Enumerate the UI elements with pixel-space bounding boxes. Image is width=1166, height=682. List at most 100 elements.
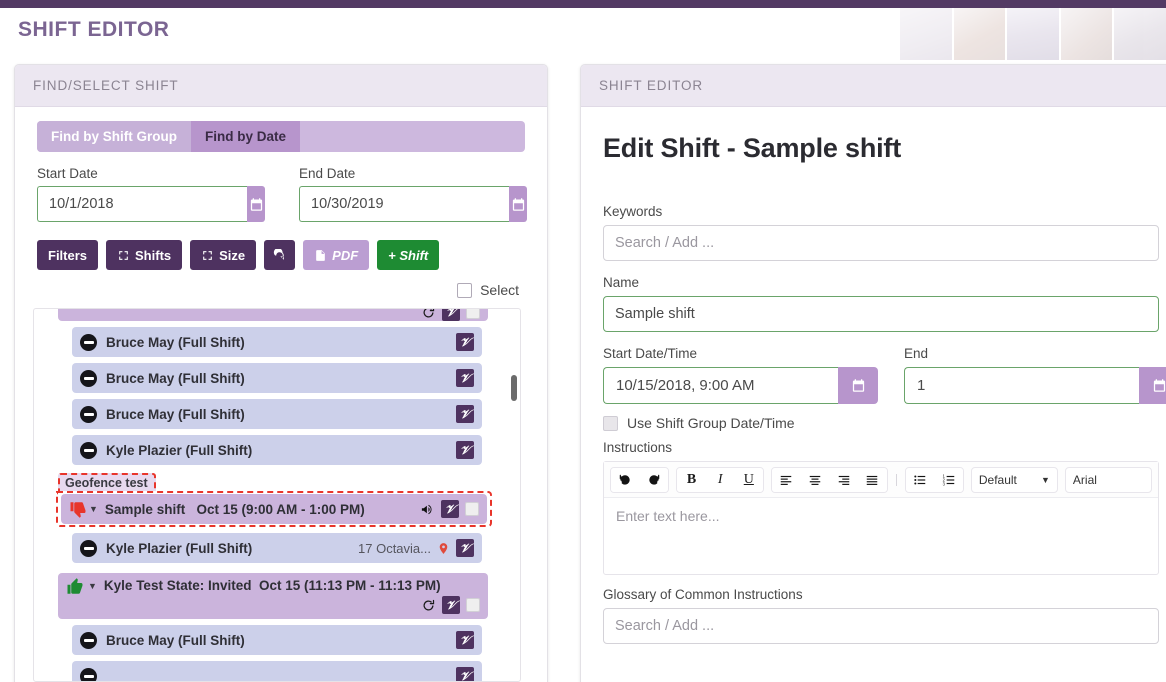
instructions-textarea[interactable]: Enter text here... bbox=[604, 498, 1158, 574]
minus-icon[interactable] bbox=[80, 631, 97, 649]
banner-photo-1 bbox=[900, 8, 952, 60]
refresh-icon[interactable] bbox=[421, 598, 436, 613]
end-date-calendar-button[interactable] bbox=[509, 186, 527, 222]
end-date-input-group bbox=[299, 186, 527, 222]
rte-size-select[interactable]: Default ▼ bbox=[970, 466, 1058, 493]
rte-history-group bbox=[610, 466, 670, 493]
end-date-input[interactable] bbox=[299, 186, 509, 222]
bullet-list-icon[interactable] bbox=[905, 467, 935, 492]
rte-font-select[interactable]: Arial bbox=[1064, 466, 1152, 493]
keywords-label: Keywords bbox=[603, 204, 663, 219]
underline-button[interactable]: U bbox=[734, 467, 764, 492]
rte-format-group: B I U bbox=[676, 466, 765, 493]
filters-button[interactable]: Filters bbox=[37, 240, 99, 270]
calendar-icon bbox=[250, 197, 262, 211]
row-icons: 𝒱 bbox=[456, 667, 474, 681]
align-center-icon[interactable] bbox=[800, 467, 830, 492]
use-shift-group-datetime-checkbox[interactable] bbox=[603, 415, 618, 431]
align-justify-icon[interactable] bbox=[858, 467, 887, 492]
select-all-checkbox[interactable] bbox=[457, 282, 473, 298]
v-badge-icon[interactable]: 𝒱 bbox=[456, 369, 474, 387]
v-badge-icon[interactable]: 𝒱 bbox=[456, 405, 474, 423]
v-badge-icon[interactable]: 𝒱 bbox=[442, 596, 460, 614]
list-scrollbar-thumb[interactable] bbox=[511, 375, 517, 401]
megaphone-icon[interactable] bbox=[420, 502, 435, 517]
list-item[interactable]: ▼ Kyle Test State: Invited Oct 15 (11:13… bbox=[58, 573, 488, 619]
row-checkbox[interactable] bbox=[466, 598, 480, 612]
shift-editor-panel: SHIFT EDITOR Edit Shift - Sample shift K… bbox=[580, 64, 1166, 682]
minus-icon[interactable] bbox=[80, 441, 97, 459]
name-input[interactable] bbox=[603, 296, 1159, 332]
list-scrollbar-track[interactable] bbox=[511, 313, 517, 677]
glossary-input[interactable] bbox=[603, 608, 1159, 644]
chevron-down-icon[interactable]: ▼ bbox=[88, 581, 97, 591]
right-panel-header: SHIFT EDITOR bbox=[581, 65, 1166, 107]
add-shift-button[interactable]: + Shift bbox=[377, 240, 440, 270]
start-date-input[interactable] bbox=[37, 186, 247, 222]
thumbs-up-icon[interactable] bbox=[66, 578, 84, 596]
list-item[interactable]: 𝒱 bbox=[58, 309, 488, 321]
minus-icon[interactable] bbox=[80, 369, 97, 387]
shift-list[interactable]: 𝒱 Bruce May (Full Shift) 𝒱 Bruce May (Fu… bbox=[33, 308, 521, 682]
refresh-button[interactable] bbox=[264, 240, 296, 270]
list-item[interactable]: ▼ Sample shift Oct 15 (9:00 AM - 1:00 PM… bbox=[61, 494, 487, 524]
italic-button[interactable]: I bbox=[705, 467, 735, 492]
row-checkbox[interactable] bbox=[465, 502, 479, 516]
v-badge-icon[interactable]: 𝒱 bbox=[456, 441, 474, 459]
v-badge-icon[interactable]: 𝒱 bbox=[456, 539, 474, 557]
start-date-label: Start Date bbox=[37, 166, 98, 181]
shifts-button[interactable]: Shifts bbox=[106, 240, 183, 270]
map-pin-icon[interactable] bbox=[437, 540, 450, 557]
list-item[interactable]: Bruce May (Full Shift) 𝒱 bbox=[72, 399, 482, 429]
row-icons: 𝒱 bbox=[456, 631, 474, 649]
bold-button[interactable]: B bbox=[677, 467, 706, 492]
row-icons: 𝒱 bbox=[420, 500, 479, 518]
end-datetime-label: End bbox=[904, 346, 929, 361]
thumbs-down-icon[interactable] bbox=[69, 500, 87, 518]
number-list-icon[interactable]: 123 bbox=[934, 467, 963, 492]
chevron-down-icon[interactable]: ▼ bbox=[89, 504, 98, 514]
list-item[interactable]: Bruce May (Full Shift) 𝒱 bbox=[72, 327, 482, 357]
minus-icon[interactable] bbox=[80, 539, 97, 557]
end-datetime-group: End bbox=[904, 346, 1166, 404]
instructions-field-group: Instructions B I U 1 2 3 Default ▼ Arial… bbox=[603, 440, 1166, 575]
panels-container: FIND/SELECT SHIFT Find by Shift Group Fi… bbox=[0, 60, 1166, 682]
banner-photo-2 bbox=[953, 8, 1006, 60]
size-button-label: Size bbox=[219, 247, 246, 263]
v-badge-icon[interactable]: 𝒱 bbox=[442, 309, 460, 321]
align-left-icon[interactable] bbox=[772, 467, 801, 492]
list-item[interactable]: Bruce May (Full Shift) 𝒱 bbox=[72, 625, 482, 655]
start-date-calendar-button[interactable] bbox=[247, 186, 265, 222]
list-item[interactable]: 𝒱 bbox=[72, 661, 482, 681]
start-datetime-calendar-button[interactable] bbox=[838, 367, 878, 404]
minus-icon[interactable] bbox=[80, 667, 97, 681]
tab-filler bbox=[300, 121, 525, 152]
minus-icon[interactable] bbox=[80, 405, 97, 423]
start-datetime-input[interactable] bbox=[603, 367, 838, 404]
left-panel-body: Find by Shift Group Find by Date Start D… bbox=[15, 107, 547, 298]
rte-size-select-value: Default bbox=[978, 472, 1017, 487]
redo-icon[interactable] bbox=[639, 467, 669, 492]
list-item[interactable]: Kyle Plazier (Full Shift) 𝒱 bbox=[72, 435, 482, 465]
undo-icon[interactable] bbox=[611, 467, 640, 492]
size-button[interactable]: Size bbox=[190, 240, 257, 270]
tab-find-by-shift-group[interactable]: Find by Shift Group bbox=[37, 121, 191, 152]
toolbar-buttons: Filters Shifts Size PDF + Shift bbox=[37, 240, 525, 270]
refresh-icon[interactable] bbox=[421, 309, 436, 320]
align-right-icon[interactable] bbox=[829, 467, 858, 492]
minus-icon[interactable] bbox=[80, 333, 97, 351]
pdf-button[interactable]: PDF bbox=[303, 240, 370, 270]
keywords-input[interactable] bbox=[603, 225, 1159, 261]
list-item[interactable]: Bruce May (Full Shift) 𝒱 bbox=[72, 363, 482, 393]
v-badge-icon[interactable]: 𝒱 bbox=[456, 333, 474, 351]
v-badge-icon[interactable]: 𝒱 bbox=[456, 667, 474, 681]
v-badge-icon[interactable]: 𝒱 bbox=[441, 500, 459, 518]
rte-align-group bbox=[771, 466, 888, 493]
end-datetime-input[interactable] bbox=[904, 367, 1139, 404]
tab-find-by-date[interactable]: Find by Date bbox=[190, 121, 300, 152]
v-badge-icon[interactable]: 𝒱 bbox=[456, 631, 474, 649]
row-checkbox[interactable] bbox=[466, 309, 480, 319]
list-item[interactable]: Kyle Plazier (Full Shift) 17 Octavia... … bbox=[72, 533, 482, 563]
file-icon bbox=[316, 249, 325, 261]
end-datetime-calendar-button[interactable] bbox=[1139, 367, 1166, 404]
